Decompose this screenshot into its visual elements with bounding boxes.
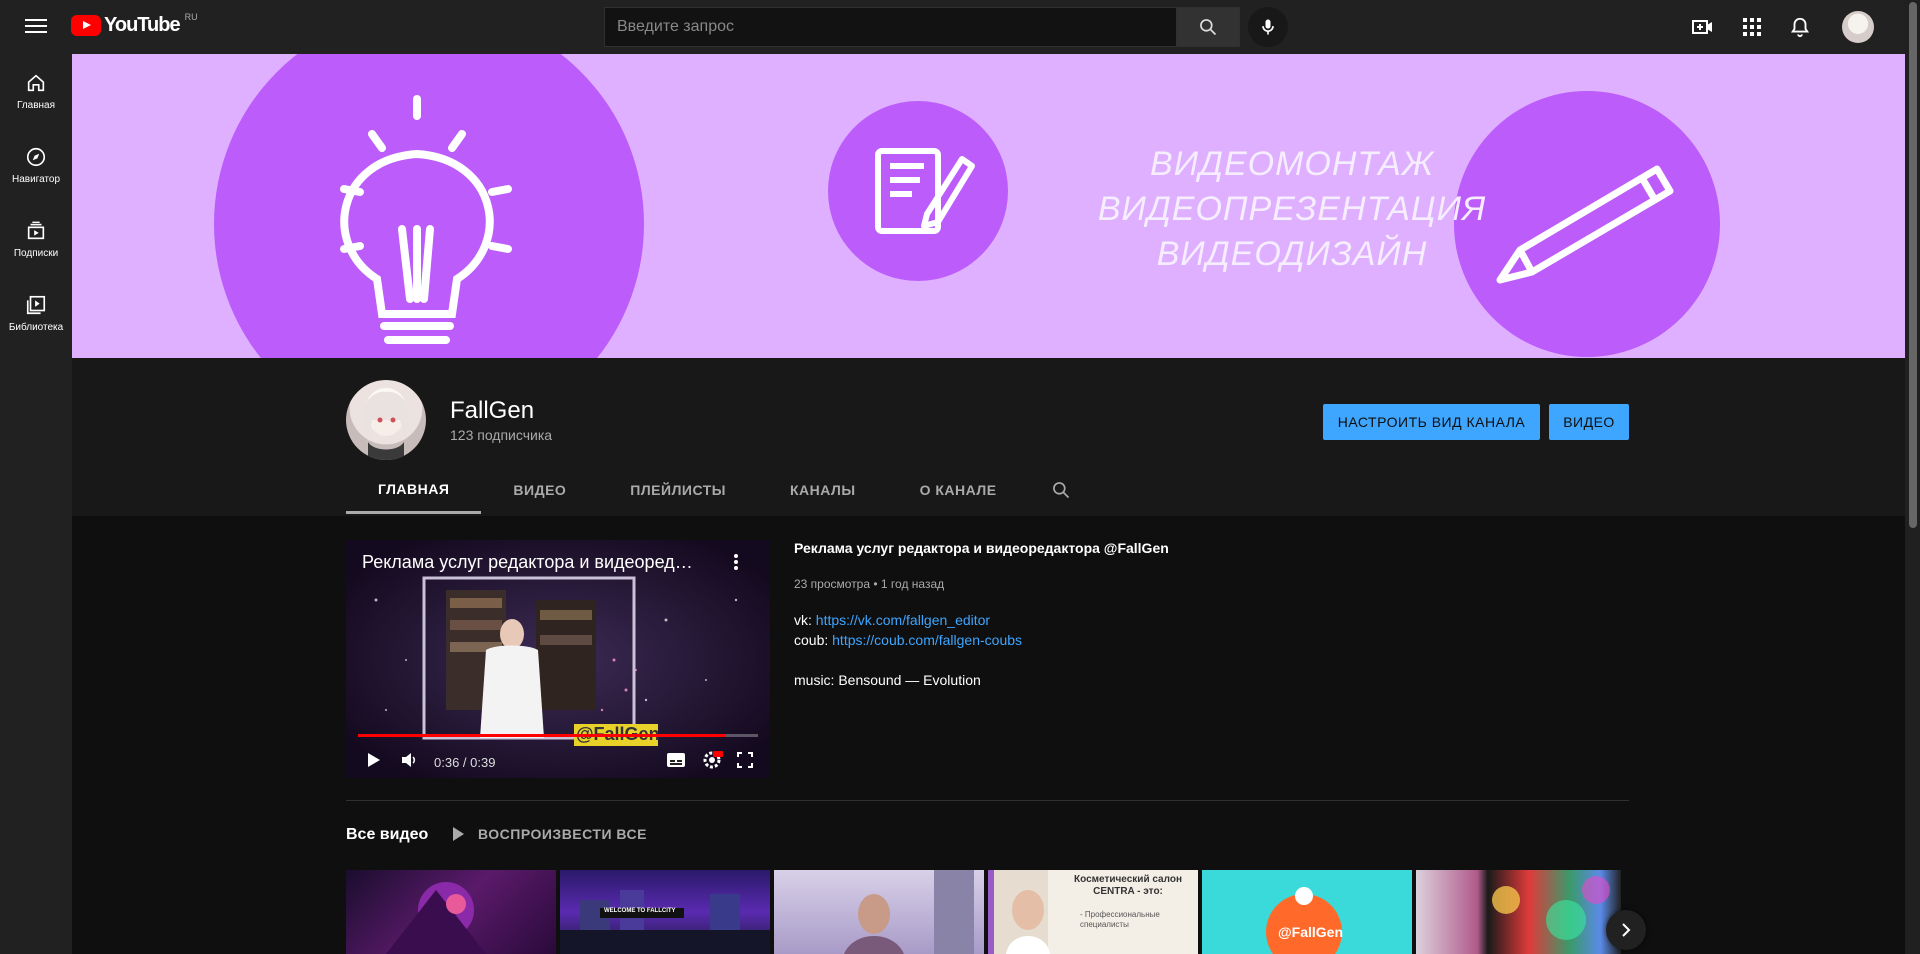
featured-video-meta: 23 просмотра • 1 год назад <box>794 577 945 591</box>
volume-icon[interactable] <box>400 751 418 769</box>
video-thumbnail[interactable] <box>346 870 556 954</box>
sidebar-item-library[interactable]: Библиотека <box>0 276 72 350</box>
subtitles-icon[interactable] <box>666 751 686 769</box>
thumbnail-art <box>1266 887 1342 954</box>
manage-videos-button[interactable]: ВИДЕО <box>1549 404 1629 440</box>
subscriptions-icon <box>27 221 45 239</box>
featured-video-description: vk: https://vk.com/fallgen_editor coub: … <box>794 610 1022 690</box>
video-thumbnail[interactable]: WELCOME TO FALLCITY <box>560 870 770 954</box>
microphone-icon <box>1262 19 1274 35</box>
voice-search-button[interactable] <box>1248 7 1288 47</box>
thumbnail-text: WELCOME TO FALLCITY <box>604 908 676 914</box>
banner-line: ВИДЕОПРЕЗЕНТАЦИЯ <box>1097 190 1487 228</box>
search-input[interactable] <box>604 7 1178 47</box>
channel-name: FallGen <box>450 397 535 424</box>
upload-age: 1 год назад <box>880 577 945 591</box>
tab-home[interactable]: ГЛАВНАЯ <box>346 466 482 514</box>
scrollbar-thumb[interactable] <box>1909 2 1917 528</box>
search-button[interactable] <box>1176 7 1240 47</box>
thumbnail-text: @FallGen <box>1278 924 1343 940</box>
thumbnail-title: Косметический салон CENTRA - это: <box>1073 874 1182 897</box>
apps-button[interactable] <box>1740 15 1764 39</box>
featured-video-player[interactable]: Реклама услуг редактора и видеоредакт...… <box>346 540 770 778</box>
page-scrollbar[interactable] <box>1905 0 1920 954</box>
video-thumbnail[interactable]: @FallGen <box>1202 870 1412 954</box>
settings-icon[interactable] <box>701 749 723 771</box>
coub-link[interactable]: https://coub.com/fallgen-coubs <box>832 632 1022 648</box>
play-icon <box>453 827 464 841</box>
search-icon <box>1052 482 1069 499</box>
thumbnail-art <box>1492 876 1610 940</box>
music-credit: music: Bensound — Evolution <box>794 672 981 688</box>
logo-region: RU <box>184 11 198 22</box>
avatar-art <box>363 391 409 460</box>
top-bar: YouTube RU <box>0 0 1920 54</box>
sidebar-item-label: Главная <box>16 99 56 111</box>
video-frame <box>346 540 770 778</box>
search-box <box>604 7 1178 47</box>
shelf-next-button[interactable] <box>1606 910 1646 950</box>
channel-search-button[interactable] <box>1029 466 1093 514</box>
home-icon <box>27 74 45 91</box>
tab-channels[interactable]: КАНАЛЫ <box>758 466 888 514</box>
tab-videos[interactable]: ВИДЕО <box>481 466 598 514</box>
channel-banner: ВИДЕОМОНТАЖ ВИДЕОПРЕЗЕНТАЦИЯ ВИДЕОДИЗАЙН <box>72 54 1905 358</box>
tab-playlists[interactable]: ПЛЕЙЛИСТЫ <box>598 466 758 514</box>
sidebar: Главная Навигатор Подписки Библиотека <box>0 54 72 954</box>
library-icon <box>26 295 46 314</box>
play-all-label: ВОСПРОИЗВЕСТИ ВСЕ <box>478 826 647 842</box>
play-icon[interactable] <box>364 751 382 769</box>
sidebar-item-label: Навигатор <box>11 173 61 185</box>
compass-icon <box>26 147 46 166</box>
subscriber-count: 123 подписчика <box>450 427 553 443</box>
channel-avatar <box>346 380 426 460</box>
video-progress-bar[interactable] <box>358 734 758 737</box>
progress-fill <box>358 734 726 737</box>
more-vert-icon[interactable] <box>726 552 746 572</box>
view-count: 23 просмотра <box>794 577 871 591</box>
youtube-logo[interactable]: YouTube RU <box>71 11 198 37</box>
banner-art <box>214 54 1720 358</box>
video-thumbnail[interactable] <box>1416 870 1621 954</box>
chevron-right-icon <box>1622 923 1631 937</box>
video-add-icon <box>1692 20 1712 34</box>
banner-text: ВИДЕОМОНТАЖ ВИДЕОПРЕЗЕНТАЦИЯ ВИДЕОДИЗАЙН <box>1082 142 1502 277</box>
banner-line: ВИДЕОДИЗАЙН <box>1156 235 1428 273</box>
play-all-button[interactable]: ВОСПРОИЗВЕСТИ ВСЕ <box>450 826 647 842</box>
thumbnail-subtitle: - Профессиональные специалисты <box>1080 910 1160 929</box>
create-video-button[interactable] <box>1691 15 1715 39</box>
apps-grid-icon <box>1743 18 1761 36</box>
fullscreen-icon[interactable] <box>736 751 754 769</box>
section-divider <box>346 800 1629 801</box>
notifications-button[interactable] <box>1788 15 1812 39</box>
featured-video-title[interactable]: Реклама услуг редактора и видеоредактора… <box>794 540 1169 556</box>
channel-tabs: ГЛАВНАЯ ВИДЕО ПЛЕЙЛИСТЫ КАНАЛЫ О КАНАЛЕ <box>346 466 1093 514</box>
video-thumbnail[interactable] <box>774 870 984 954</box>
video-thumbnail[interactable]: Косметический салон CENTRA - это: - Проф… <box>988 870 1198 954</box>
sidebar-item-subscriptions[interactable]: Подписки <box>0 202 72 276</box>
vk-link[interactable]: https://vk.com/fallgen_editor <box>816 612 990 628</box>
thumbnail-art <box>844 870 974 954</box>
tab-about[interactable]: О КАНАЛЕ <box>888 466 1029 514</box>
search-icon <box>1200 19 1217 36</box>
sidebar-item-label: Подписки <box>13 247 59 259</box>
sidebar-item-label: Библиотека <box>8 321 64 333</box>
account-avatar[interactable] <box>1842 11 1874 43</box>
youtube-play-icon <box>71 15 101 36</box>
sidebar-item-explore[interactable]: Навигатор <box>0 128 72 202</box>
coub-label: coub: <box>794 632 829 648</box>
bell-icon <box>1790 17 1810 38</box>
customize-channel-button[interactable]: НАСТРОИТЬ ВИД КАНАЛА <box>1323 404 1540 440</box>
sidebar-item-home[interactable]: Главная <box>0 54 72 128</box>
player-video-title[interactable]: Реклама услуг редактора и видеоредакт... <box>362 552 702 573</box>
video-time: 0:36 / 0:39 <box>434 755 496 770</box>
thumbnail-art <box>386 882 486 954</box>
banner-line: ВИДЕОМОНТАЖ <box>1150 145 1434 183</box>
vk-label: vk: <box>794 612 812 628</box>
logo-text: YouTube <box>104 14 181 36</box>
all-videos-title[interactable]: Все видео <box>346 826 428 844</box>
video-shelf: WELCOME TO FALLCITY Косметический салон … <box>346 870 1626 954</box>
menu-icon[interactable] <box>22 15 50 39</box>
